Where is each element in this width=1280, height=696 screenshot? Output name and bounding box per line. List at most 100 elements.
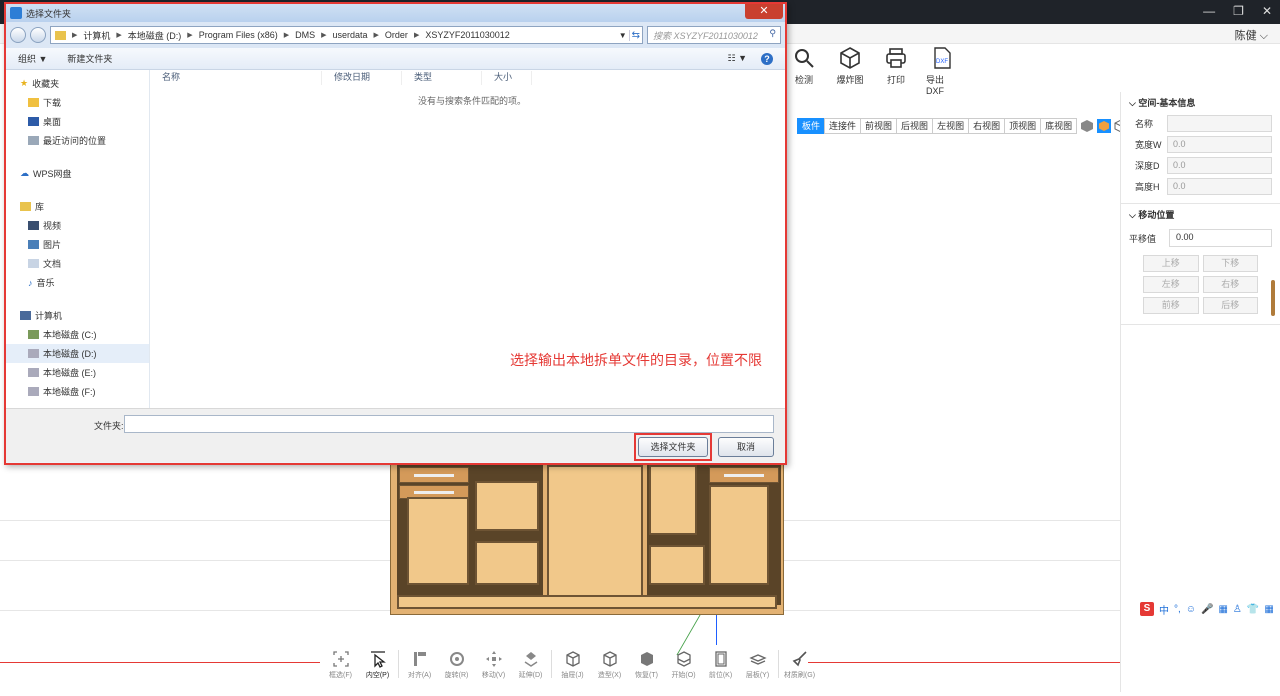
mic-icon[interactable]: 🎤 (1201, 604, 1213, 615)
move-right-button[interactable]: 右移 (1202, 276, 1258, 293)
picture-icon (28, 240, 39, 249)
tab-panel[interactable]: 板件 (797, 118, 826, 134)
extend-tool[interactable]: 延伸(D) (512, 650, 549, 680)
grid-icon[interactable]: ▦ (1264, 604, 1273, 615)
nav-computer[interactable]: 计算机 (6, 306, 149, 325)
offset-input[interactable]: 0.00 (1169, 229, 1272, 247)
ime-language[interactable]: 中 (1159, 602, 1169, 617)
panel-scrollbar[interactable] (1271, 280, 1275, 316)
inner-space-tool[interactable]: 内空(P) (359, 650, 396, 680)
column-modified[interactable]: 修改日期 (322, 71, 402, 85)
tab-top-view[interactable]: 顶视图 (1004, 118, 1042, 134)
name-field[interactable] (1167, 115, 1272, 132)
keyboard-icon[interactable]: ▦ (1218, 604, 1227, 615)
organize-menu[interactable]: 组织 ▼ (18, 52, 47, 65)
nav-disk-e[interactable]: 本地磁盘 (E:) (6, 363, 149, 382)
back-button[interactable] (10, 27, 26, 43)
drawer-tool[interactable]: 抽屉(J) (554, 650, 591, 680)
start-tool[interactable]: 开始(O) (665, 650, 702, 680)
column-type[interactable]: 类型 (402, 71, 482, 85)
nav-disk-c[interactable]: 本地磁盘 (C:) (6, 325, 149, 344)
nav-downloads[interactable]: 下载 (6, 93, 149, 112)
move-tool[interactable]: 移动(V) (475, 650, 512, 680)
rotate-tool[interactable]: 旋转(R) (438, 650, 475, 680)
folder-input[interactable] (124, 415, 774, 433)
address-bar[interactable]: ▶ 计算机 ▶ 本地磁盘 (D:) ▶ Program Files (x86) ▶ D… (50, 26, 643, 44)
search-input[interactable]: 搜索 XSYZYF2011030012 ⚲ (647, 26, 781, 44)
address-dropdown-icon[interactable]: ▼ (619, 31, 627, 40)
depth-field[interactable]: 0.0 (1167, 157, 1272, 174)
minimize-button[interactable]: — (1203, 4, 1215, 18)
breadcrumb-program-files[interactable]: Program Files (x86) ▶ (199, 30, 289, 40)
tab-right-view[interactable]: 右视图 (968, 118, 1006, 134)
punctuation-icon[interactable]: °, (1174, 604, 1181, 615)
forward-button[interactable] (30, 27, 46, 43)
close-button[interactable]: ✕ (1262, 4, 1272, 18)
dialog-close-button[interactable]: ✕ (745, 4, 783, 19)
nav-disk-d[interactable]: 本地磁盘 (D:) (6, 344, 149, 363)
basic-info-title[interactable]: ⌵ 空间-基本信息 (1121, 92, 1280, 113)
cabinet-model[interactable] (390, 460, 784, 615)
emoji-icon[interactable]: ☺ (1186, 604, 1196, 615)
move-left-button[interactable]: 左移 (1143, 276, 1199, 293)
nav-library[interactable]: 库 (6, 197, 149, 216)
move-position-title[interactable]: ⌵ 移动位置 (1121, 204, 1280, 225)
breadcrumb-userdata[interactable]: userdata ▶ (333, 30, 379, 40)
breadcrumb-computer[interactable]: 计算机 ▶ (83, 29, 121, 42)
skin-icon[interactable]: 👕 (1247, 604, 1259, 615)
breadcrumb-dms[interactable]: DMS ▶ (295, 30, 326, 40)
solid-cube-icon[interactable] (1080, 119, 1094, 133)
user-icon[interactable]: ♙ (1233, 604, 1242, 615)
breadcrumb-order[interactable]: Order ▶ (385, 30, 419, 40)
print-button[interactable]: 打印 (880, 46, 912, 96)
nav-desktop[interactable]: 桌面 (6, 112, 149, 131)
inspect-button[interactable]: 检测 (788, 46, 820, 96)
cancel-button[interactable]: 取消 (718, 437, 774, 457)
user-name: 陈健 (1234, 30, 1257, 42)
user-menu[interactable]: 陈健 ⌵ (1235, 27, 1268, 43)
box-select-tool[interactable]: 框选(F) (322, 650, 359, 680)
ime-toolbar[interactable]: S 中 °, ☺ 🎤 ▦ ♙ 👕 ▦ (1140, 600, 1278, 618)
shaded-cube-icon[interactable] (1097, 119, 1112, 133)
move-back-button[interactable]: 后移 (1202, 297, 1258, 314)
explode-view-button[interactable]: 爆炸图 (834, 46, 866, 96)
height-field[interactable]: 0.0 (1167, 178, 1272, 195)
tab-back-view[interactable]: 后视图 (896, 118, 934, 134)
nav-recent[interactable]: 最近访问的位置 (6, 131, 149, 150)
column-name[interactable]: 名称 (150, 71, 322, 85)
front-position-tool[interactable]: 前位(K) (702, 650, 739, 680)
nav-wps-cloud[interactable]: ☁ WPS网盘 (6, 164, 149, 183)
tab-connector[interactable]: 连接件 (824, 118, 862, 134)
nav-music[interactable]: ♪ 音乐 (6, 273, 149, 292)
nav-pictures[interactable]: 图片 (6, 235, 149, 254)
move-up-button[interactable]: 上移 (1143, 255, 1199, 272)
maximize-button[interactable]: ❐ (1233, 4, 1244, 18)
column-size[interactable]: 大小 (482, 71, 532, 85)
refresh-icon[interactable]: ⇆ (628, 29, 642, 41)
search-icon[interactable]: ⚲ (769, 28, 776, 39)
section-title-text: 移动位置 (1138, 210, 1175, 220)
export-dxf-button[interactable]: DXF 导出DXF (926, 46, 958, 96)
breadcrumb-disk-d[interactable]: 本地磁盘 (D:) ▶ (128, 29, 193, 42)
align-tool[interactable]: 对齐(A) (401, 650, 438, 680)
restore-tool[interactable]: 恢复(T) (628, 650, 665, 680)
width-field[interactable]: 0.0 (1167, 136, 1272, 153)
nav-disk-f[interactable]: 本地磁盘 (F:) (6, 382, 149, 401)
shelf-tool[interactable]: 层板(Y) (739, 650, 776, 680)
help-icon[interactable]: ? (761, 52, 773, 65)
move-forward-button[interactable]: 前移 (1143, 297, 1199, 314)
nav-documents[interactable]: 文档 (6, 254, 149, 273)
select-folder-button[interactable]: 选择文件夹 (638, 437, 708, 457)
material-brush-tool[interactable]: 材质刷(G) (781, 650, 818, 680)
breadcrumb-current[interactable]: XSYZYF2011030012 (425, 30, 509, 40)
tab-left-view[interactable]: 左视图 (932, 118, 970, 134)
nav-videos[interactable]: 视频 (6, 216, 149, 235)
tab-front-view[interactable]: 前视图 (860, 118, 898, 134)
new-folder-button[interactable]: 新建文件夹 (67, 52, 112, 65)
file-list-pane[interactable]: 名称 修改日期 类型 大小 没有与搜索条件匹配的项。 选择输出本地拆单文件的目录… (150, 70, 785, 408)
shape-tool[interactable]: 造型(X) (591, 650, 628, 680)
tab-bottom-view[interactable]: 底视图 (1040, 118, 1078, 134)
move-down-button[interactable]: 下移 (1202, 255, 1258, 272)
view-options-button[interactable]: ☷ ▼ (728, 53, 747, 64)
nav-favorites[interactable]: ★ 收藏夹 (6, 74, 149, 93)
